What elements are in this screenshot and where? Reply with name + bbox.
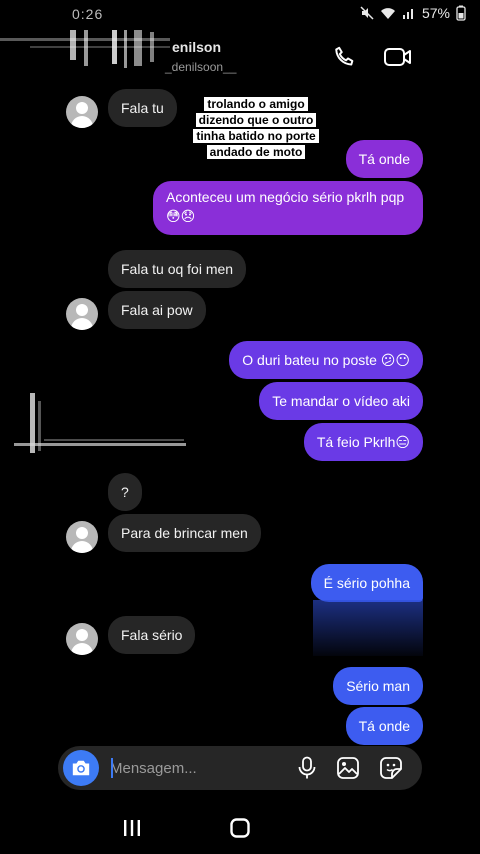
message-bubble-sent[interactable]: Aconteceu um negócio sério pkrlh pqp 😳😞 [153,181,423,235]
message-bubble-received[interactable]: Para de brincar men [108,514,261,552]
sticker-icon[interactable] [378,755,404,781]
wifi-icon [380,6,396,20]
gallery-icon[interactable] [335,755,361,781]
message-bubble-received[interactable]: Fala ai pow [108,291,206,329]
message-bubble-received[interactable]: ? [108,473,142,511]
avatar[interactable] [66,96,98,128]
chat-header: enilson _denilsoon__ [0,28,480,88]
message-composer [58,746,422,790]
message-bubble-sent[interactable]: Tá feio Pkrlh😑 [303,423,423,461]
message-bubble-sent[interactable]: Te mandar o vídeo aki [259,382,423,420]
message-emoji: 😳😞 [166,208,196,224]
camera-icon[interactable] [63,750,99,786]
text-cursor [111,758,113,778]
message-input[interactable] [110,756,280,780]
message-text: Aconteceu um negócio sério pkrlh pqp [166,189,405,205]
microphone-icon[interactable] [294,755,320,781]
status-time: 0:26 [72,6,104,22]
caption-line: dizendo que o outro [195,113,317,127]
message-list[interactable]: Fala tu trolando o amigo dizendo que o o… [0,86,480,746]
contact-handle: _denilsoon__ [165,60,237,74]
avatar[interactable] [66,521,98,553]
battery-level: 57% [421,5,450,21]
message-bubble-sent[interactable]: Sério man [333,667,423,705]
video-camera-icon[interactable] [383,42,413,72]
message-bubble-sent[interactable]: Tá onde [345,140,423,178]
caption-line: andado de moto [206,145,306,159]
home-icon[interactable] [225,816,255,840]
avatar[interactable] [66,623,98,655]
status-indicators: 57% [360,5,466,21]
glitch-artifact [14,391,194,461]
video-caption-overlay: trolando o amigo dizendo que o outro tin… [188,96,324,160]
caption-line: tinha batido no porte [193,129,319,143]
message-bubble-sent[interactable]: É sério pohha [310,564,423,602]
video-glitch-shadow [313,600,423,656]
message-bubble-received[interactable]: Fala tu [108,89,177,127]
message-bubble-received[interactable]: Fala sério [108,616,196,654]
avatar[interactable] [66,298,98,330]
caption-line: trolando o amigo [204,97,308,111]
system-nav-bar [0,800,480,854]
message-bubble-sent[interactable]: O duri bateu no poste 😕😶 [229,341,423,379]
battery-icon [456,5,466,21]
status-bar: 0:26 57% [0,0,480,28]
message-bubble-received[interactable]: Fala tu oq foi men [108,250,247,288]
phone-icon[interactable] [330,42,360,72]
recent-apps-icon[interactable] [117,816,147,840]
contact-name[interactable]: enilson [172,39,221,55]
mute-icon [360,6,374,20]
message-bubble-sent[interactable]: Tá onde [345,707,423,745]
signal-icon [402,6,416,20]
